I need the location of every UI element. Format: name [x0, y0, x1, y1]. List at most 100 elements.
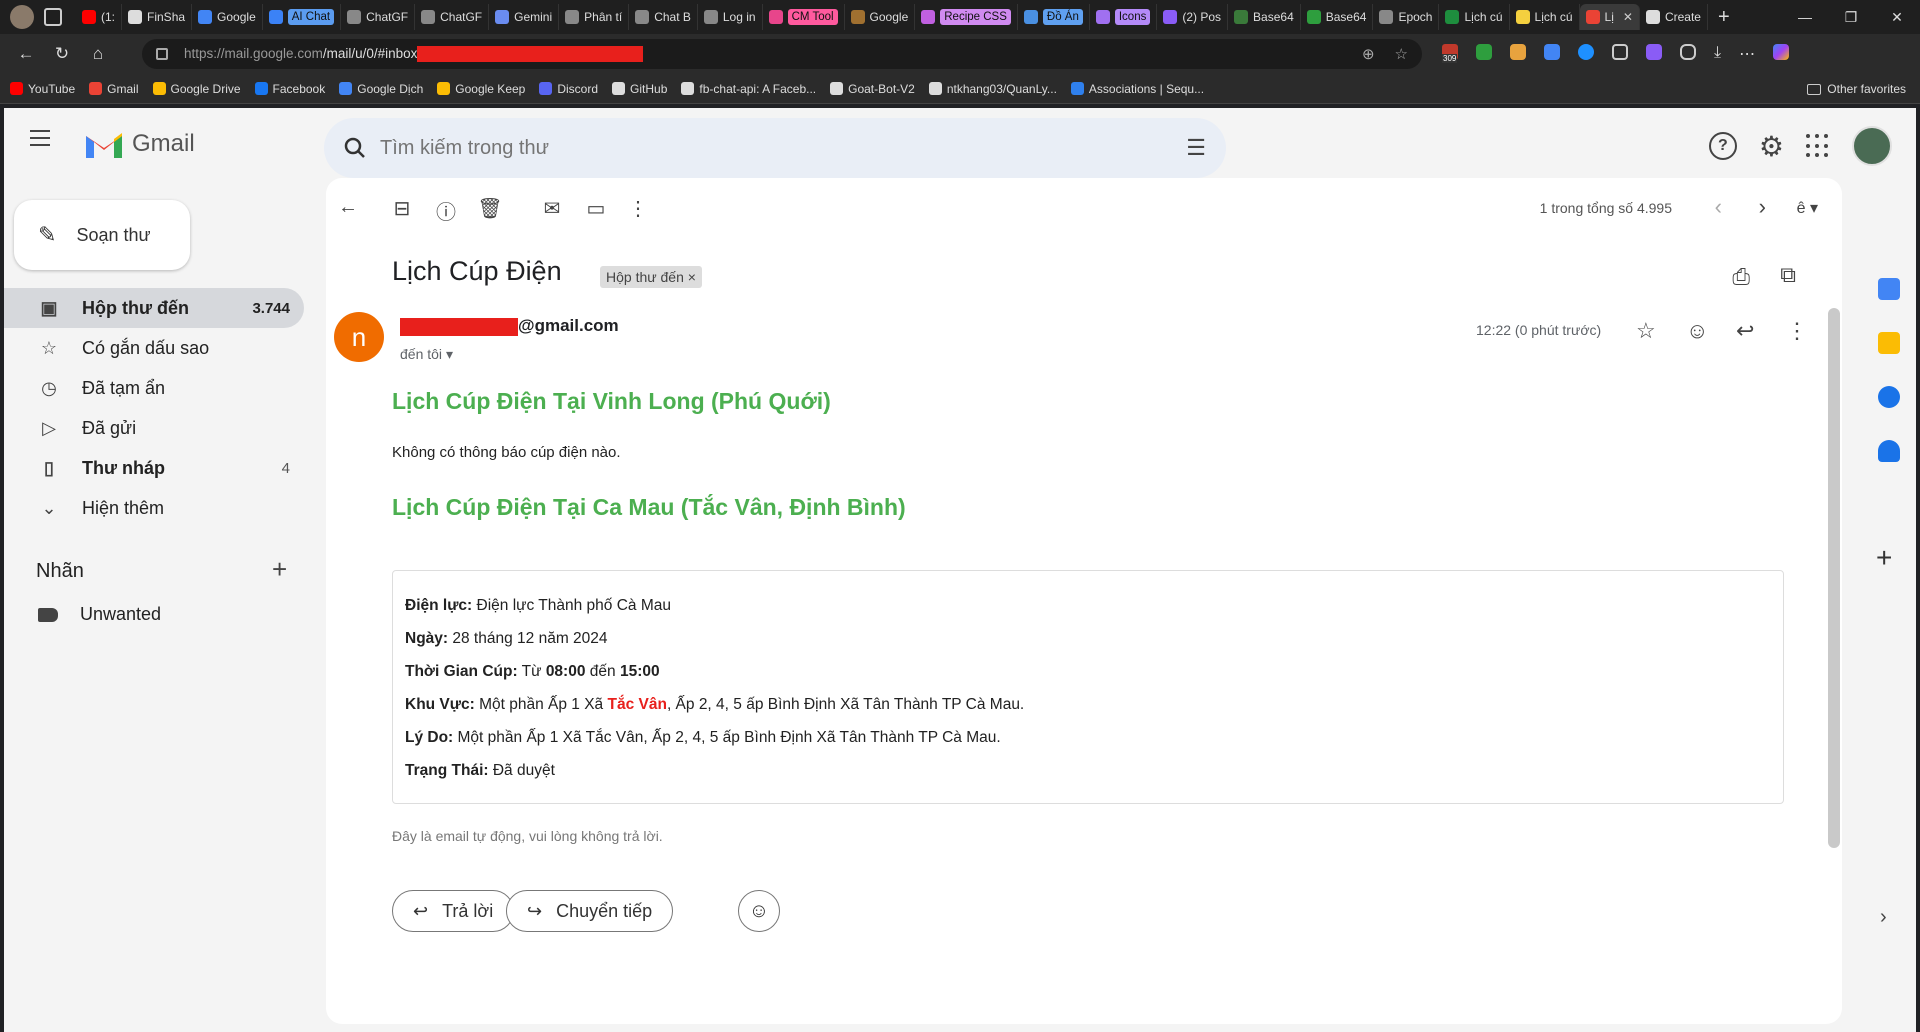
contacts-icon[interactable]: [1878, 440, 1900, 462]
close-window-button[interactable]: ✕: [1874, 9, 1920, 26]
get-addons-icon[interactable]: +: [1876, 542, 1892, 574]
sidebar-item[interactable]: ▯ Thư nháp 4: [4, 448, 304, 488]
calendar-icon[interactable]: [1878, 278, 1900, 300]
emoji-reaction-icon[interactable]: ☺: [1686, 318, 1708, 344]
copilot-icon[interactable]: [1773, 44, 1790, 60]
browser-tab[interactable]: Log in: [698, 4, 763, 30]
open-new-window-icon[interactable]: ⧉: [1780, 262, 1796, 288]
ext-badge-icon[interactable]: 309: [1442, 44, 1458, 63]
bookmark-item[interactable]: ntkhang03/QuanLy...: [928, 82, 1057, 96]
remove-label-icon[interactable]: ×: [688, 269, 696, 285]
ext-purple-icon[interactable]: [1646, 44, 1662, 60]
ext-blue-icon[interactable]: [1578, 44, 1594, 60]
browser-tab[interactable]: Create: [1640, 4, 1708, 30]
browser-profile-avatar[interactable]: [10, 5, 34, 29]
browser-tab[interactable]: (1:: [76, 4, 123, 30]
minimize-button[interactable]: —: [1782, 9, 1828, 25]
browser-tab[interactable]: Chat B: [629, 4, 698, 30]
star-icon[interactable]: ☆: [1636, 318, 1656, 344]
ext-translate-icon[interactable]: [1544, 44, 1560, 60]
maximize-button[interactable]: ❐: [1828, 9, 1874, 26]
download-icon[interactable]: ⤓: [1714, 44, 1721, 64]
reply-icon[interactable]: ↩: [1736, 318, 1754, 344]
browser-tab[interactable]: Đồ Án: [1018, 4, 1090, 30]
bookmark-item[interactable]: Google Drive: [152, 82, 241, 96]
recipient-details[interactable]: đến tôi ▾: [400, 346, 453, 363]
more-actions-icon[interactable]: ⋮: [624, 196, 652, 221]
bookmark-item[interactable]: GitHub: [612, 82, 667, 96]
bookmark-item[interactable]: fb-chat-api: A Faceb...: [681, 82, 816, 96]
back-arrow-icon[interactable]: ←: [8, 44, 44, 64]
bookmark-item[interactable]: YouTube: [10, 82, 75, 96]
sidebar-item[interactable]: ▣ Hộp thư đến 3.744: [4, 288, 304, 328]
bookmark-item[interactable]: Associations | Sequ...: [1070, 82, 1204, 96]
browser-tab[interactable]: Base64: [1228, 4, 1301, 30]
browser-tab[interactable]: Base64: [1301, 4, 1374, 30]
input-tools-icon[interactable]: ê ▾: [1797, 198, 1818, 218]
browser-tab[interactable]: Icons: [1090, 4, 1158, 30]
browser-tab[interactable]: ChatGF: [415, 4, 490, 30]
browser-tab[interactable]: ChatGF: [341, 4, 416, 30]
delete-trash-icon[interactable]: 🗑: [476, 196, 504, 221]
new-tab-icon[interactable]: +: [1718, 6, 1730, 29]
zoom-icon[interactable]: ⊕: [1362, 45, 1375, 63]
search-icon[interactable]: [344, 137, 366, 159]
sidebar-item[interactable]: ▷ Đã gửi: [4, 408, 304, 448]
keep-icon[interactable]: [1878, 332, 1900, 354]
message-scrollbar[interactable]: [1828, 308, 1840, 848]
other-favorites[interactable]: Other favorites: [1807, 82, 1906, 96]
reply-button[interactable]: ↩ Trả lời: [392, 890, 515, 932]
address-bar[interactable]: https://mail.google.com/mail/u/0/#inbox …: [142, 39, 1422, 69]
report-spam-icon[interactable]: ⓘ: [432, 196, 460, 225]
browser-tab[interactable]: Google: [845, 4, 916, 30]
bookmark-item[interactable]: Discord: [539, 82, 598, 96]
bookmark-item[interactable]: Goat-Bot-V2: [830, 82, 915, 96]
archive-icon[interactable]: ⊟: [388, 196, 416, 221]
bookmark-item[interactable]: Gmail: [89, 82, 139, 96]
add-label-icon[interactable]: +: [272, 554, 287, 585]
print-icon[interactable]: ⎙: [1732, 264, 1750, 290]
more-menu-icon[interactable]: ⋯: [1739, 44, 1755, 64]
home-icon[interactable]: ⌂: [80, 44, 116, 64]
mark-unread-icon[interactable]: ✉: [538, 196, 566, 221]
browser-tab[interactable]: FinSha: [122, 4, 193, 30]
sidebar-item[interactable]: ⌄ Hiện thêm: [4, 488, 304, 528]
browser-tab[interactable]: Lịch cú: [1510, 4, 1580, 30]
ext-tab-icon[interactable]: [1612, 44, 1628, 60]
forward-button[interactable]: ↪ Chuyển tiếp: [506, 890, 674, 932]
browser-tab[interactable]: Lị ✕: [1579, 4, 1640, 30]
main-menu-icon[interactable]: [30, 130, 50, 151]
older-chevron-icon[interactable]: ›: [1759, 194, 1766, 220]
ext-cookie-icon[interactable]: [1510, 44, 1526, 60]
newer-chevron-icon[interactable]: ‹: [1715, 194, 1722, 220]
extensions-puzzle-icon[interactable]: [1680, 44, 1696, 60]
browser-tab[interactable]: CM Tool: [763, 4, 845, 30]
emoji-react-button[interactable]: ☺: [738, 890, 780, 932]
search-input[interactable]: [380, 136, 1140, 160]
bookmark-item[interactable]: Google Dịch: [339, 82, 423, 96]
reload-icon[interactable]: ↻: [44, 44, 80, 64]
search-bar[interactable]: ☰: [324, 118, 1226, 178]
tab-actions-icon[interactable]: [44, 8, 62, 26]
browser-tab[interactable]: Gemini: [489, 4, 560, 30]
close-tab-icon[interactable]: ✕: [1623, 10, 1633, 24]
settings-gear-icon[interactable]: ⚙: [1759, 130, 1784, 163]
browser-tab[interactable]: Lịch cú: [1439, 4, 1510, 30]
browser-tab[interactable]: Recipe CSS: [915, 4, 1018, 30]
inbox-label-badge[interactable]: Hộp thư đến ×: [600, 266, 702, 288]
search-options-icon[interactable]: ☰: [1186, 135, 1206, 161]
label-item-unwanted[interactable]: Unwanted: [38, 604, 161, 625]
sender-avatar[interactable]: n: [334, 312, 384, 362]
sender-email[interactable]: @gmail.com: [400, 316, 619, 336]
google-apps-icon[interactable]: [1806, 134, 1830, 158]
sidebar-item[interactable]: ☆ Có gắn dấu sao: [4, 328, 304, 368]
tasks-icon[interactable]: [1878, 386, 1900, 408]
browser-tab[interactable]: AI Chat: [263, 4, 342, 30]
message-more-icon[interactable]: ⋮: [1786, 318, 1808, 344]
browser-tab[interactable]: Phân tí: [559, 4, 630, 30]
hide-panel-chevron-icon[interactable]: ›: [1880, 906, 1887, 929]
help-icon[interactable]: ?: [1708, 132, 1737, 160]
sidebar-item[interactable]: ◷ Đã tạm ẩn: [4, 368, 304, 408]
bookmark-item[interactable]: Google Keep: [437, 82, 525, 96]
bookmark-star-icon[interactable]: ☆: [1395, 45, 1408, 63]
